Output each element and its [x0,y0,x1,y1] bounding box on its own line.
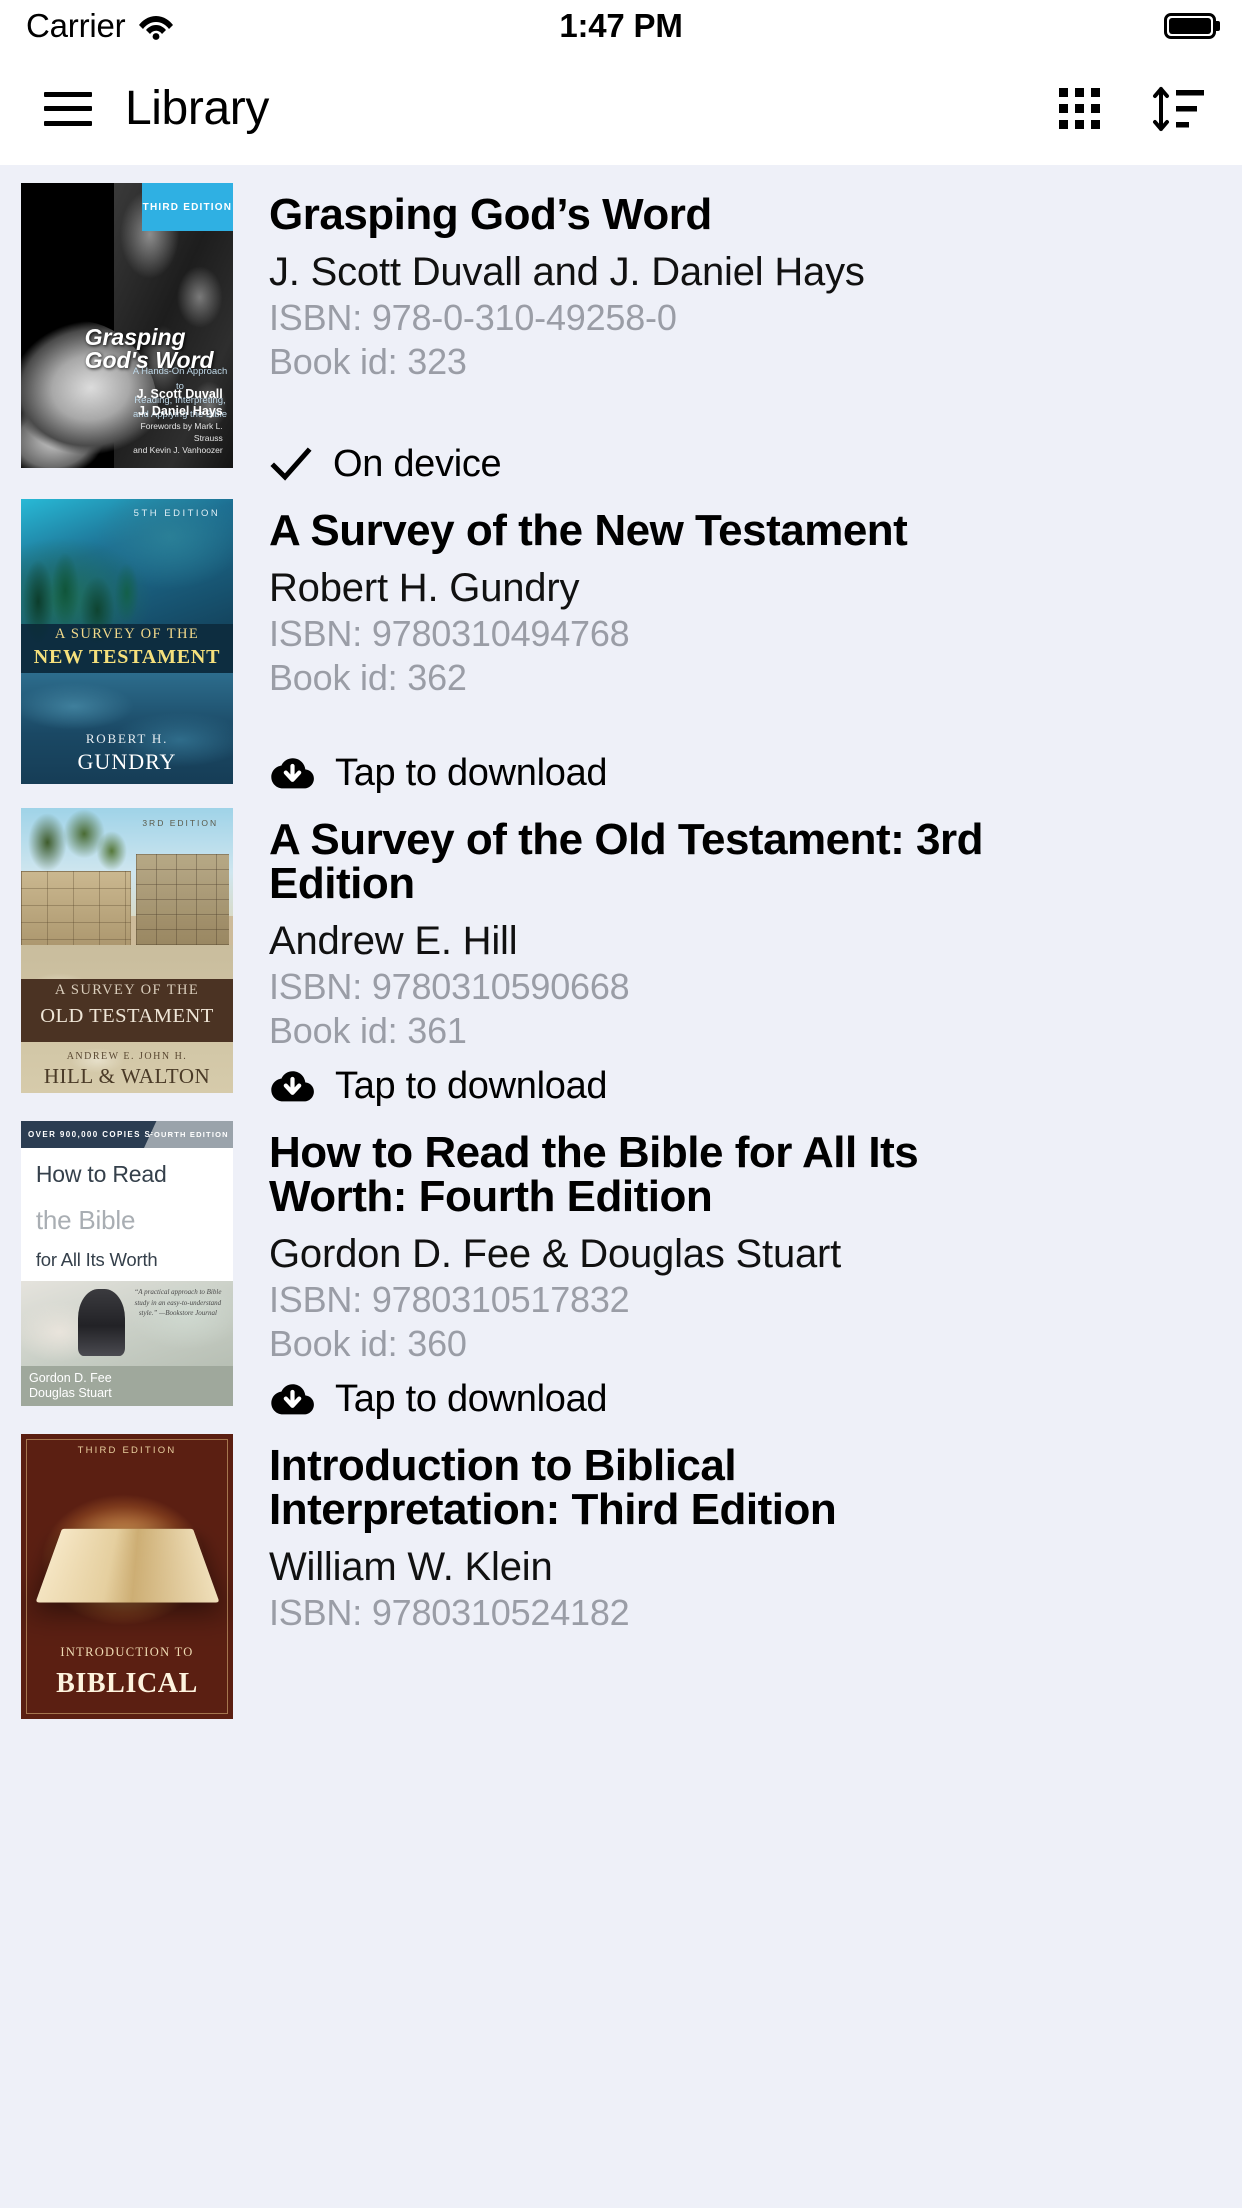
book-title: A Survey of the New Testament [269,506,908,555]
book-title: Introduction to Biblical Interpretation:… [269,1441,837,1534]
book-isbn: ISBN: 9780310590668 [269,966,630,1008]
battery-full-icon [1164,13,1216,39]
book-title: A Survey of the Old Testament: 3rd Editi… [269,815,984,908]
book-info: A Survey of the Old Testament: 3rd Editi… [233,808,1242,1108]
book-author: William W. Klein [269,1545,553,1589]
book-cover-thumbnail[interactable]: THIRD EDITION INTRODUCTION TO BIBLICAL [21,1434,233,1719]
book-list-item[interactable]: 5TH EDITION A SURVEY OF THE NEW TESTAMEN… [0,486,1242,795]
book-id: Book id: 362 [269,657,467,699]
cover-edition-badge: 5TH EDITION [133,507,221,519]
book-list-item[interactable]: OVER 900,000 COPIES SOLD FOURTH EDITION … [0,1108,1242,1421]
status-bar-right [1164,13,1216,39]
book-author: Gordon D. Fee & Douglas Stuart [269,1232,842,1276]
navigation-bar: Library [0,52,1242,165]
book-title: Grasping God’s Word [269,190,712,239]
book-author: Robert H. Gundry [269,566,580,610]
cover-author-line2: HILL & WALTON [43,1063,211,1088]
book-download-button[interactable]: Tap to download [269,752,1222,795]
cover-edition-badge: THIRD EDITION [141,183,233,232]
cover-author-line1: ROBERT H. [85,730,169,746]
cover-title-line2: OLD TESTAMENT [40,1004,214,1027]
cover-title-line1: INTRODUCTION TO [60,1644,194,1659]
book-author: J. Scott Duvall and J. Daniel Hays [269,250,865,294]
book-isbn: ISBN: 9780310517832 [269,1279,630,1321]
cover-author-line2: Douglas Stuart [29,1386,112,1401]
cover-quote: “A practical approach to Bible study in … [134,1288,222,1317]
cover-title-line1: A SURVEY OF THE [54,625,200,642]
clock-label: 1:47 PM [559,7,683,44]
book-list-item[interactable]: 3RD EDITION A SURVEY OF THE OLD TESTAMEN… [0,795,1242,1108]
book-info: Grasping God’s Word J. Scott Duvall and … [233,183,1242,486]
cover-author-line1: ANDREW E. JOHN H. [66,1050,188,1062]
cover-edition-badge: 3RD EDITION [142,817,219,828]
book-status-label: Tap to download [335,1378,608,1420]
book-status-label: On device [333,442,502,485]
cover-author-line2: GUNDRY [77,749,177,775]
cover-title-line2: BIBLICAL [56,1667,198,1699]
book-info: Introduction to Biblical Interpretation:… [233,1434,1242,1719]
book-isbn: ISBN: 9780310524182 [269,1592,630,1634]
book-author: Andrew E. Hill [269,919,518,963]
hamburger-menu-icon[interactable] [44,91,92,126]
book-list[interactable]: THIRD EDITION Grasping God's Word A Hand… [0,165,1242,2108]
cloud-download-icon [269,754,315,794]
book-isbn: ISBN: 9780310494768 [269,613,630,655]
book-status-label: Tap to download [335,1065,608,1107]
grid-view-icon[interactable] [1059,88,1100,129]
cover-banner-right: FOURTH EDITION [143,1121,233,1149]
navigation-actions [1059,85,1206,133]
book-info: A Survey of the New Testament Robert H. … [233,499,1242,795]
book-list-item[interactable]: THIRD EDITION Grasping God's Word A Hand… [0,165,1242,486]
cover-title-line2: NEW TESTAMENT [33,645,221,668]
cover-title-line1: A SURVEY OF THE [54,981,200,998]
cover-author: J. Scott Duvall J. Daniel Hays [136,386,223,418]
book-cover-thumbnail[interactable]: 3RD EDITION A SURVEY OF THE OLD TESTAMEN… [21,808,233,1093]
cover-edition-badge: THIRD EDITION [77,1445,177,1457]
book-title: How to Read the Bible for All Its Worth:… [269,1128,919,1221]
book-cover-thumbnail[interactable]: 5TH EDITION A SURVEY OF THE NEW TESTAMEN… [21,499,233,784]
book-isbn: ISBN: 978-0-310-49258-0 [269,297,677,339]
book-list-item[interactable]: THIRD EDITION INTRODUCTION TO BIBLICAL I… [0,1421,1242,1719]
cover-title-line2: the Bible [35,1205,136,1236]
book-download-button[interactable]: Tap to download [269,1378,1222,1421]
cover-title-line1: How to Read [35,1160,167,1187]
book-id: Book id: 323 [269,341,467,383]
book-id: Book id: 361 [269,1010,467,1052]
cloud-download-icon [269,1067,315,1107]
cloud-download-icon [269,1380,315,1420]
cover-title-line3: for All Its Worth [35,1249,158,1271]
book-status-label: Tap to download [335,752,608,794]
status-bar: Carrier 1:47 PM [0,0,1242,52]
cover-author-line1: Gordon D. Fee [29,1371,112,1386]
book-info: How to Read the Bible for All Its Worth:… [233,1121,1242,1421]
book-cover-thumbnail[interactable]: THIRD EDITION Grasping God's Word A Hand… [21,183,233,468]
phone-screen: Carrier 1:47 PM Library THIRD EDITION Gr… [0,0,1242,2208]
book-download-button[interactable]: Tap to download [269,1065,1222,1108]
page-title: Library [125,82,269,135]
sort-icon[interactable] [1152,85,1206,133]
book-cover-thumbnail[interactable]: OVER 900,000 COPIES SOLD FOURTH EDITION … [21,1121,233,1406]
cover-foreword: Forewords by Mark L. Strauss and Kevin J… [133,420,223,456]
checkmark-icon [269,442,313,486]
book-id: Book id: 360 [269,1323,467,1365]
book-status-on-device[interactable]: On device [269,442,1222,486]
